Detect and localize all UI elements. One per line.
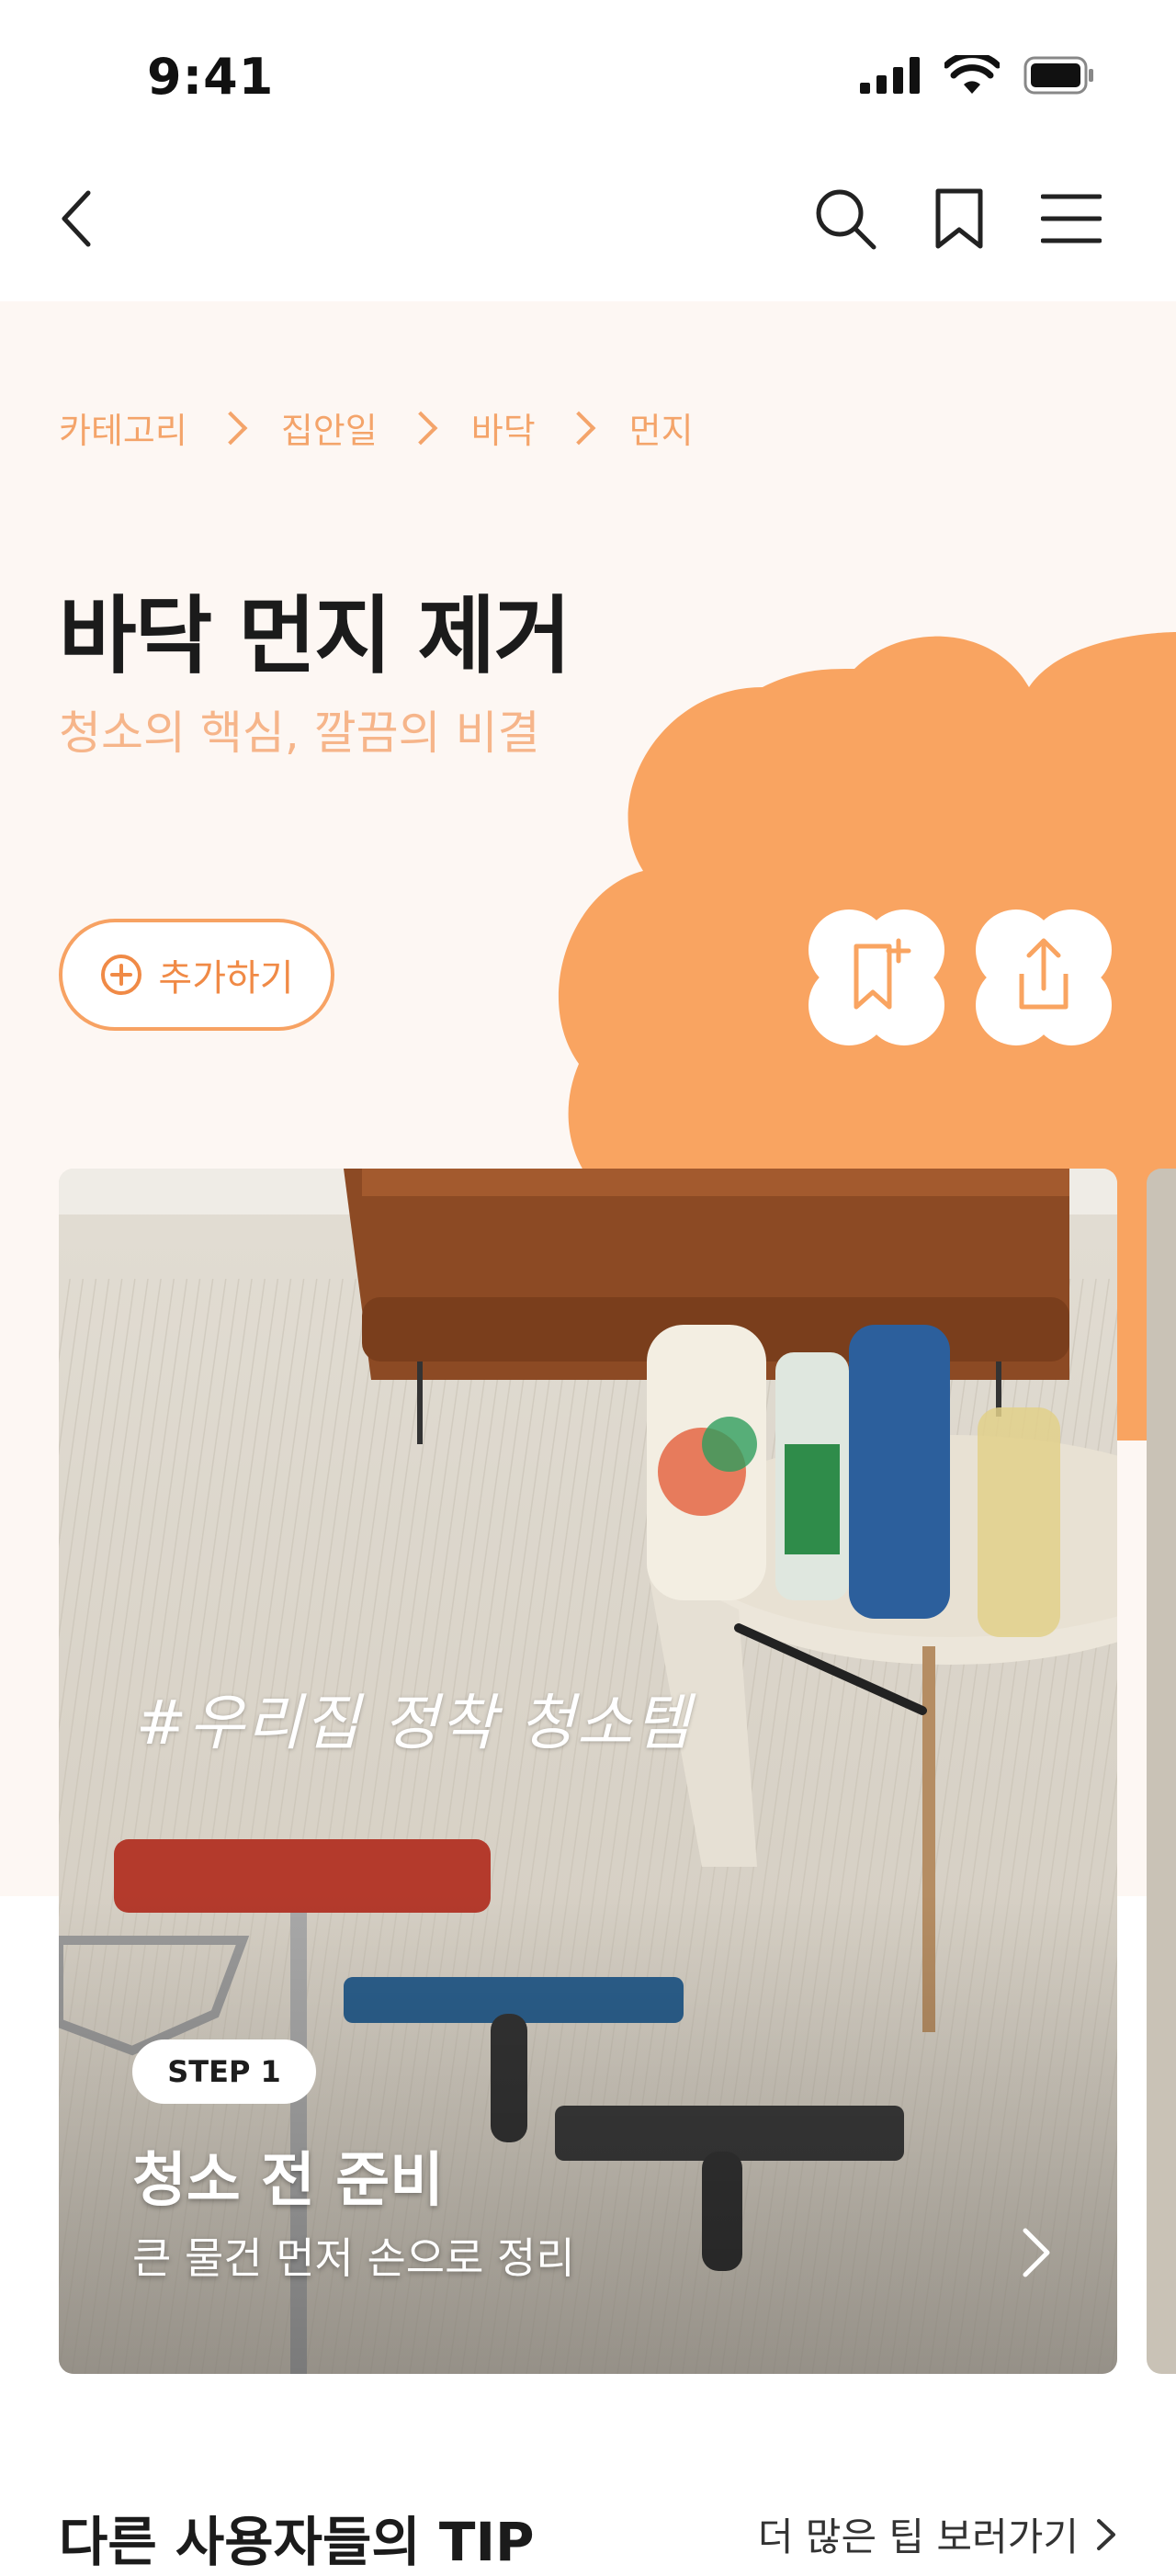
bookmark-add-button[interactable] <box>803 904 950 1051</box>
menu-button[interactable] <box>1027 175 1115 263</box>
chevron-right-icon <box>561 411 596 445</box>
page-subtitle: 청소의 핵심, 깔끔의 비결 <box>59 706 540 760</box>
add-button[interactable]: 추가하기 <box>59 919 334 1031</box>
bookmark-button[interactable] <box>915 175 1003 263</box>
plus-circle-icon <box>101 955 142 995</box>
breadcrumb: 카테고리 집안일 바닥 먼지 <box>59 402 694 453</box>
breadcrumb-item-housework[interactable]: 집안일 <box>281 402 378 453</box>
chevron-right-icon[interactable] <box>1007 2225 1062 2280</box>
nav-bar <box>0 175 1176 285</box>
status-icons <box>860 55 1095 96</box>
share-button[interactable] <box>970 904 1117 1051</box>
page-title: 바닥 먼지 제거 <box>59 587 571 685</box>
wifi-icon <box>944 55 1000 94</box>
step-badge: STEP 1 <box>132 2039 316 2104</box>
chevron-left-icon <box>62 190 91 247</box>
status-time: 9:41 <box>147 48 275 106</box>
step-card[interactable]: #우리집 정착 청소템 STEP 1 청소 전 준비 큰 물건 먼저 손으로 정… <box>59 1169 1117 2374</box>
battery-icon <box>1023 56 1093 95</box>
signal-icon <box>860 57 920 94</box>
breadcrumb-item-floor[interactable]: 바닥 <box>471 402 536 453</box>
breadcrumb-item-dust[interactable]: 먼지 <box>629 402 694 453</box>
search-button[interactable] <box>801 175 889 263</box>
more-tips-link[interactable]: 더 많은 팁 보러가기 <box>758 2506 1117 2562</box>
back-button[interactable] <box>33 175 121 263</box>
add-button-label: 추가하기 <box>158 957 294 1000</box>
next-step-card-peek[interactable] <box>1147 1169 1176 2374</box>
breadcrumb-item-category[interactable]: 카테고리 <box>59 402 187 453</box>
hamburger-menu-icon <box>1041 194 1102 243</box>
chevron-right-icon <box>213 411 248 445</box>
more-tips-label: 더 많은 팁 보러가기 <box>757 2514 1079 2559</box>
search-icon <box>816 189 876 250</box>
bookmark-icon <box>935 188 983 249</box>
step-description: 큰 물건 먼저 손으로 정리 <box>132 2233 575 2283</box>
tips-section-title: 다른 사용자들의 TIP <box>59 2511 535 2573</box>
step-title: 청소 전 준비 <box>132 2147 444 2215</box>
chevron-right-icon <box>403 411 438 445</box>
photo-hashtag: #우리집 정착 청소템 <box>136 1688 693 1758</box>
